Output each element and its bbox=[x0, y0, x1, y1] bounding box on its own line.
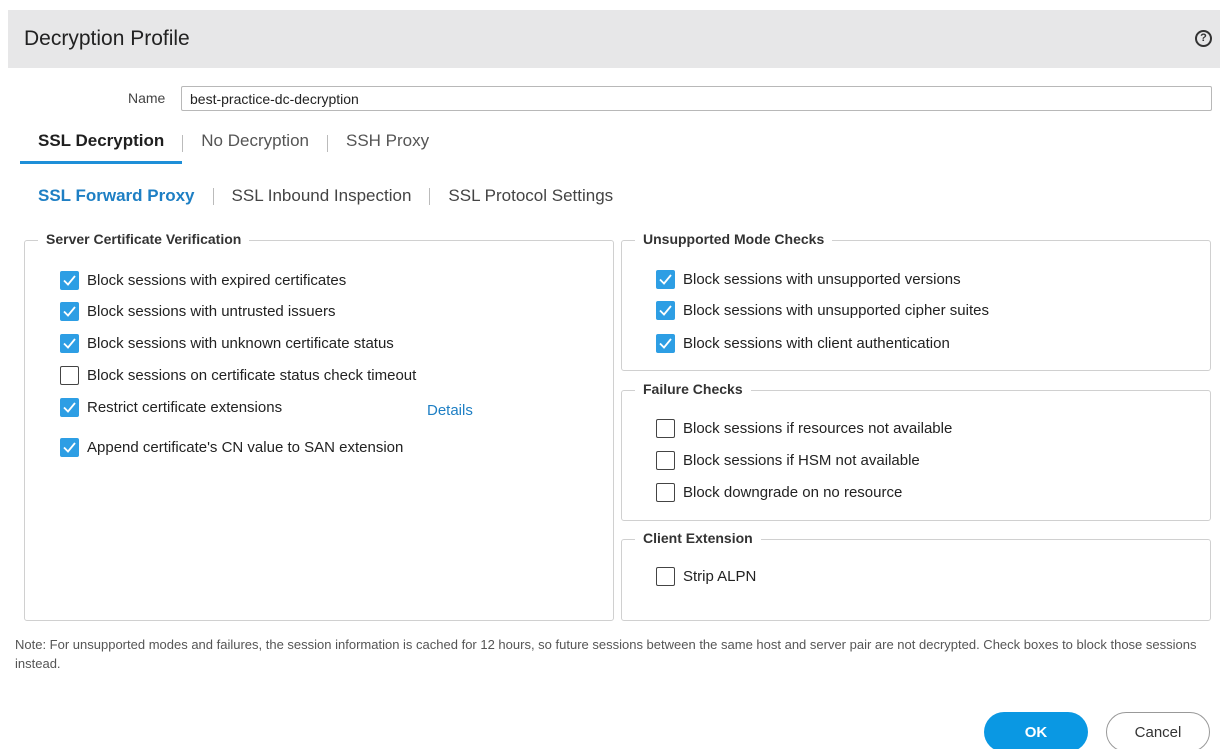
checkbox-checked[interactable] bbox=[60, 398, 79, 417]
check-hsm-not-available[interactable]: Block sessions if HSM not available bbox=[656, 451, 920, 470]
checkbox-checked[interactable] bbox=[60, 302, 79, 321]
group-title: Client Extension bbox=[635, 530, 761, 546]
check-downgrade-no-resource[interactable]: Block downgrade on no resource bbox=[656, 483, 902, 502]
subtab-divider bbox=[212, 187, 214, 205]
cache-note: Note: For unsupported modes and failures… bbox=[15, 637, 1197, 671]
tab-ssh-proxy[interactable]: SSH Proxy bbox=[328, 124, 447, 164]
group-title: Failure Checks bbox=[635, 381, 751, 397]
checkbox-label: Block sessions with unknown certificate … bbox=[87, 335, 394, 352]
checkbox-unchecked[interactable] bbox=[60, 366, 79, 385]
check-unsupported-versions[interactable]: Block sessions with unsupported versions bbox=[656, 270, 961, 289]
subtab-ssl-inbound-inspection[interactable]: SSL Inbound Inspection bbox=[232, 186, 412, 206]
details-link[interactable]: Details bbox=[427, 402, 473, 419]
checkbox-label: Block sessions with expired certificates bbox=[87, 272, 347, 289]
check-restrict-extensions[interactable]: Restrict certificate extensions bbox=[60, 398, 282, 417]
dialog-header: Decryption Profile ? bbox=[8, 10, 1220, 68]
checkbox-checked[interactable] bbox=[60, 438, 79, 457]
help-icon[interactable]: ? bbox=[1195, 30, 1212, 47]
subtab-divider bbox=[429, 187, 431, 205]
check-unknown-status[interactable]: Block sessions with unknown certificate … bbox=[60, 334, 394, 353]
check-resources-not-available[interactable]: Block sessions if resources not availabl… bbox=[656, 419, 952, 438]
main-tabs: SSL Decryption No Decryption SSH Proxy bbox=[20, 124, 447, 164]
checkbox-label: Block sessions with unsupported versions bbox=[683, 271, 961, 288]
checkbox-label: Block sessions with unsupported cipher s… bbox=[683, 302, 989, 319]
checkbox-unchecked[interactable] bbox=[656, 483, 675, 502]
sub-tabs: SSL Forward Proxy SSL Inbound Inspection… bbox=[38, 186, 613, 206]
checkbox-label: Block sessions with untrusted issuers bbox=[87, 303, 336, 320]
checkbox-label: Block sessions with client authenticatio… bbox=[683, 335, 950, 352]
ok-button[interactable]: OK bbox=[984, 712, 1088, 749]
checkbox-label: Strip ALPN bbox=[683, 568, 757, 585]
group-title: Unsupported Mode Checks bbox=[635, 231, 833, 247]
subtab-ssl-forward-proxy[interactable]: SSL Forward Proxy bbox=[38, 186, 195, 206]
tab-ssl-decryption[interactable]: SSL Decryption bbox=[20, 124, 183, 164]
tab-no-decryption[interactable]: No Decryption bbox=[183, 124, 327, 164]
check-append-cn-san[interactable]: Append certificate's CN value to SAN ext… bbox=[60, 438, 403, 457]
name-label: Name bbox=[128, 90, 166, 106]
check-status-timeout[interactable]: Block sessions on certificate status che… bbox=[60, 366, 416, 385]
checkbox-label: Append certificate's CN value to SAN ext… bbox=[87, 439, 404, 456]
checkbox-checked[interactable] bbox=[60, 334, 79, 353]
checkbox-label: Block sessions if resources not availabl… bbox=[683, 420, 953, 437]
checkbox-checked[interactable] bbox=[656, 301, 675, 320]
checkbox-label: Block downgrade on no resource bbox=[683, 484, 903, 501]
checkbox-checked[interactable] bbox=[656, 334, 675, 353]
name-input[interactable] bbox=[181, 86, 1212, 111]
subtab-ssl-protocol-settings[interactable]: SSL Protocol Settings bbox=[448, 186, 613, 206]
check-unsupported-ciphers[interactable]: Block sessions with unsupported cipher s… bbox=[656, 301, 989, 320]
dialog-title: Decryption Profile bbox=[24, 27, 190, 50]
check-untrusted-issuers[interactable]: Block sessions with untrusted issuers bbox=[60, 302, 335, 321]
checkbox-label: Block sessions on certificate status che… bbox=[87, 367, 417, 384]
checkbox-checked[interactable] bbox=[60, 271, 79, 290]
server-certificate-verification-group: Server Certificate Verification bbox=[24, 231, 614, 621]
check-client-authentication[interactable]: Block sessions with client authenticatio… bbox=[656, 334, 950, 353]
checkbox-label: Block sessions if HSM not available bbox=[683, 452, 920, 469]
checkbox-checked[interactable] bbox=[656, 270, 675, 289]
checkbox-unchecked[interactable] bbox=[656, 451, 675, 470]
checkbox-unchecked[interactable] bbox=[656, 567, 675, 586]
group-title: Server Certificate Verification bbox=[38, 231, 250, 247]
cancel-button[interactable]: Cancel bbox=[1106, 712, 1210, 749]
check-expired-certificates[interactable]: Block sessions with expired certificates bbox=[60, 271, 346, 290]
checkbox-label: Restrict certificate extensions bbox=[87, 399, 283, 416]
check-strip-alpn[interactable]: Strip ALPN bbox=[656, 567, 756, 586]
checkbox-unchecked[interactable] bbox=[656, 419, 675, 438]
